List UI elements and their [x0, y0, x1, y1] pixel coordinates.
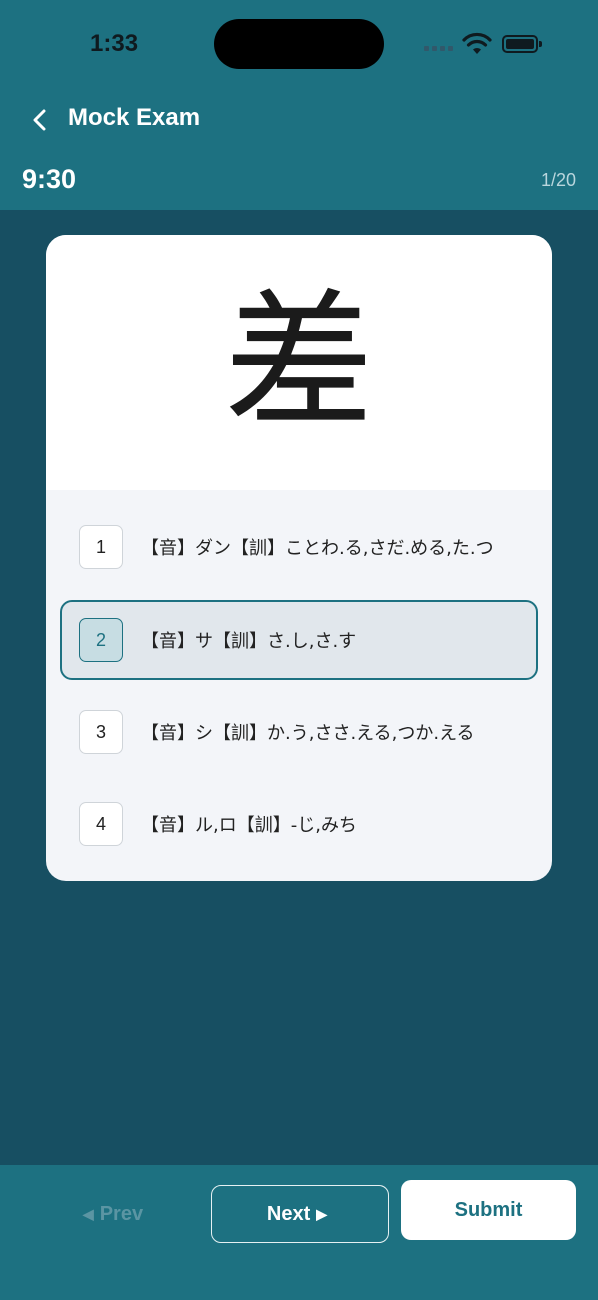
battery-icon — [502, 35, 542, 53]
next-arrow-icon: ▶ — [316, 1205, 328, 1222]
answer-option-3[interactable]: 3 【音】シ【訓】か.う,ささ.える,つか.える — [60, 692, 538, 772]
option-text: 【音】サ【訓】さ.し,さ.す — [141, 631, 357, 652]
footer-bar: ◀ Prev Next ▶ Submit — [0, 1165, 598, 1300]
kanji-display: 差 — [46, 235, 552, 490]
question-kanji: 差 — [223, 275, 374, 450]
question-progress: 1/20 — [540, 170, 576, 190]
option-number: 1 — [79, 525, 123, 569]
answer-option-2[interactable]: 2 【音】サ【訓】さ.し,さ.す — [60, 600, 538, 680]
exam-timer: 9:30 — [22, 164, 77, 194]
prev-label: Prev — [99, 1202, 144, 1225]
answer-option-1[interactable]: 1 【音】ダン【訓】ことわ.る,さだ.める,た.つ — [60, 507, 538, 587]
option-text: 【音】ル,ロ【訓】-じ,みち — [141, 815, 357, 836]
option-text: 【音】ダン【訓】ことわ.る,さだ.める,た.つ — [141, 538, 494, 559]
page-title: Mock Exam — [68, 104, 201, 131]
nav-bar: Mock Exam — [0, 90, 598, 150]
next-button[interactable]: Next ▶ — [211, 1185, 389, 1243]
option-number: 3 — [79, 710, 123, 754]
prev-arrow-icon: ◀ — [82, 1205, 94, 1222]
status-time: 1:33 — [90, 30, 139, 57]
cellular-signal-icon — [424, 46, 453, 51]
option-number: 2 — [79, 618, 123, 662]
wifi-icon — [462, 32, 492, 54]
submit-label: Submit — [454, 1198, 523, 1221]
question-card: 差 1 【音】ダン【訓】ことわ.る,さだ.める,た.つ 2 【音】サ【訓】さ.し… — [46, 235, 552, 881]
header: 1:33 Mock Exam 9:30 1/20 — [0, 0, 598, 210]
status-bar: 1:33 — [0, 0, 598, 90]
option-text: 【音】シ【訓】か.う,ささ.える,つか.える — [141, 723, 475, 744]
dynamic-island — [214, 19, 384, 69]
prev-button[interactable]: ◀ Prev — [20, 1185, 200, 1243]
chevron-left-icon[interactable] — [22, 102, 58, 138]
option-number: 4 — [79, 802, 123, 846]
next-label: Next — [266, 1202, 311, 1225]
answer-option-4[interactable]: 4 【音】ル,ロ【訓】-じ,みち — [60, 784, 538, 864]
submit-button[interactable]: Submit — [401, 1180, 576, 1240]
